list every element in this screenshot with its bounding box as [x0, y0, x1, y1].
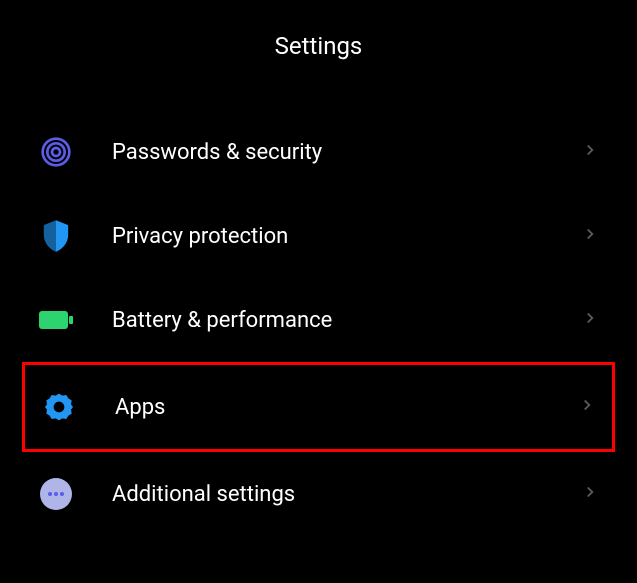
- settings-item-passwords-security[interactable]: Passwords & security: [30, 110, 607, 194]
- dots-icon: [38, 476, 74, 512]
- chevron-right-icon: [581, 225, 599, 247]
- chevron-right-icon: [581, 483, 599, 505]
- settings-item-privacy-protection[interactable]: Privacy protection: [30, 194, 607, 278]
- page-title: Settings: [0, 32, 637, 60]
- settings-item-label: Additional settings: [112, 482, 581, 507]
- page-header: Settings: [0, 0, 637, 110]
- settings-item-label: Privacy protection: [112, 224, 581, 249]
- settings-list: Passwords & security Privacy protection: [0, 110, 637, 536]
- shield-icon: [38, 218, 74, 254]
- chevron-right-icon: [578, 396, 596, 418]
- battery-icon: [38, 302, 74, 338]
- gear-icon: [41, 389, 77, 425]
- fingerprint-icon: [38, 134, 74, 170]
- chevron-right-icon: [581, 309, 599, 331]
- settings-item-additional-settings[interactable]: Additional settings: [30, 452, 607, 536]
- settings-item-label: Passwords & security: [112, 140, 581, 165]
- settings-item-battery-performance[interactable]: Battery & performance: [30, 278, 607, 362]
- settings-item-label: Battery & performance: [112, 308, 581, 333]
- settings-item-label: Apps: [115, 395, 578, 420]
- settings-item-apps[interactable]: Apps: [22, 362, 615, 452]
- chevron-right-icon: [581, 141, 599, 163]
